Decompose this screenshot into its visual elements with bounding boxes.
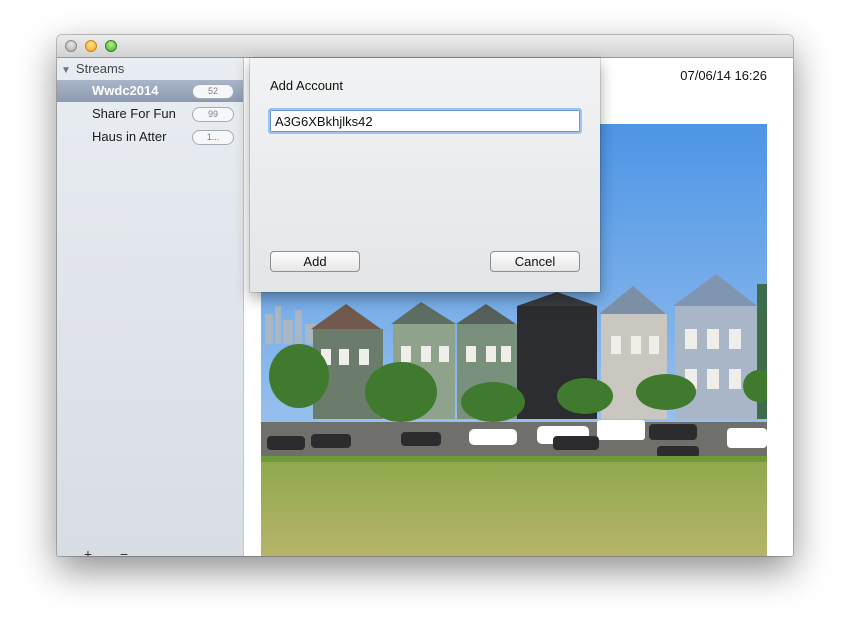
close-window-button[interactable]	[65, 40, 77, 52]
streams-group-header[interactable]: ▼ Streams	[61, 60, 124, 78]
sidebar-item-share-for-fun[interactable]: Share For Fun 99	[57, 103, 243, 125]
add-account-sheet: Add Account Add Cancel	[250, 58, 600, 292]
sheet-title: Add Account	[270, 78, 343, 93]
count-badge: 99	[192, 107, 234, 122]
sidebar-item-label: Share For Fun	[92, 106, 176, 121]
sidebar-item-haus-in-atter[interactable]: Haus in Atter 1...	[57, 126, 243, 148]
streams-sidebar: ▼ Streams Wwdc2014 52 Share For Fun 99 Ha…	[57, 58, 244, 556]
sidebar-item-wwdc2014[interactable]: Wwdc2014 52	[57, 80, 243, 102]
sidebar-item-label: Haus in Atter	[92, 129, 167, 144]
count-badge: 52	[192, 84, 234, 99]
cancel-button[interactable]: Cancel	[490, 251, 580, 272]
add-stream-button[interactable]: +	[81, 546, 95, 556]
minimize-window-button[interactable]	[85, 40, 97, 52]
remove-stream-button[interactable]: −	[117, 546, 131, 556]
app-window: ▼ Streams Wwdc2014 52 Share For Fun 99 Ha…	[57, 35, 793, 556]
title-bar[interactable]	[57, 35, 793, 58]
zoom-window-button[interactable]	[105, 40, 117, 52]
account-id-input[interactable]	[268, 108, 582, 134]
count-badge: 1...	[192, 130, 234, 145]
photo-timestamp: 07/06/14 16:26	[680, 68, 767, 83]
add-button[interactable]: Add	[270, 251, 360, 272]
sidebar-item-label: Wwdc2014	[92, 83, 159, 98]
disclosure-triangle-icon[interactable]: ▼	[61, 62, 71, 80]
streams-header-label: Streams	[75, 61, 125, 76]
